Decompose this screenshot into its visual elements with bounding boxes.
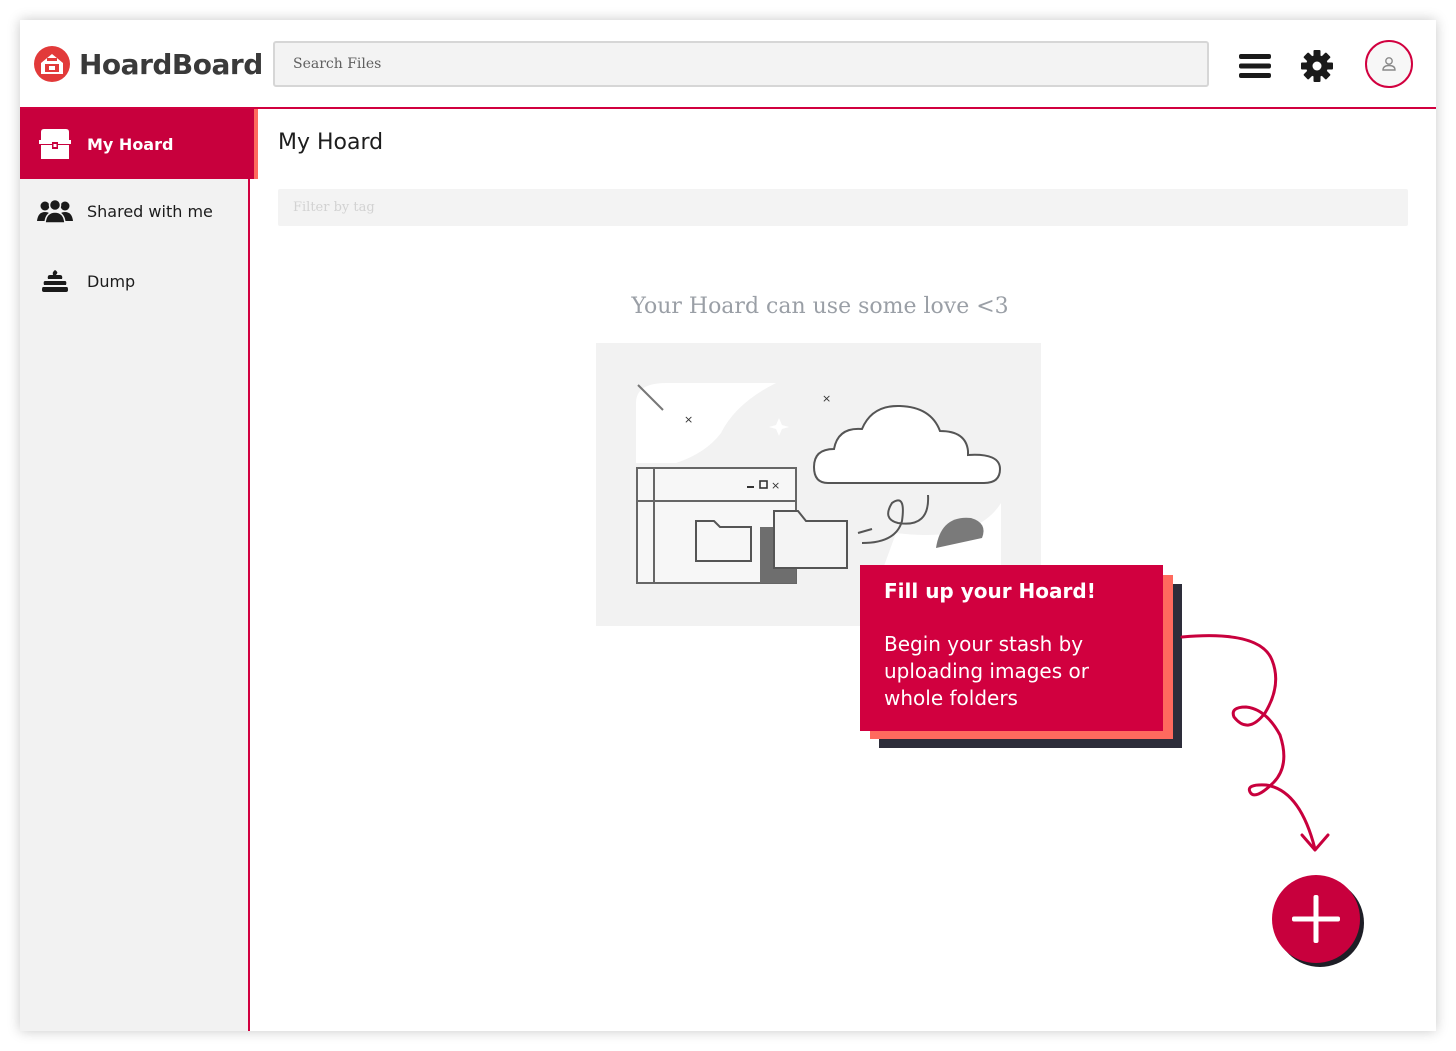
sidebar-item-dump[interactable]: Dump	[20, 246, 258, 316]
page-title: My Hoard	[278, 130, 384, 155]
gear-icon	[1301, 50, 1333, 82]
hamburger-menu-icon	[1239, 54, 1271, 78]
empty-state-message: Your Hoard can use some love <3	[631, 294, 1009, 319]
sidebar-item-label: My Hoard	[87, 134, 174, 154]
svg-text:×: ×	[684, 413, 693, 426]
group-users-icon	[37, 196, 73, 226]
add-files-button[interactable]	[1272, 875, 1360, 963]
sidebar-item-label: Dump	[87, 271, 136, 291]
sidebar-item-shared-with-me[interactable]: Shared with me	[20, 176, 258, 246]
sidebar: My Hoard Shared with me Dump	[20, 109, 258, 1031]
app-window: HoardBoard Search Files My Hoard Shared …	[20, 20, 1436, 1031]
treasure-chest-icon	[37, 129, 73, 159]
callout-title: Fill up your Hoard!	[884, 579, 1096, 603]
onboarding-callout: Fill up your Hoard! Begin your stash by …	[860, 565, 1163, 731]
pile-icon	[37, 266, 73, 296]
sidebar-item-label: Shared with me	[87, 201, 213, 221]
app-name: HoardBoard	[79, 47, 263, 81]
sidebar-item-my-hoard[interactable]: My Hoard	[20, 109, 258, 179]
app-logo[interactable]: HoardBoard	[34, 46, 263, 82]
settings-button[interactable]	[1297, 46, 1337, 86]
hoardboard-logo-icon	[34, 46, 70, 82]
plus-icon	[1292, 895, 1340, 943]
top-header: HoardBoard	[20, 20, 1436, 109]
callout-body: Begin your stash by uploading images or …	[884, 632, 1089, 710]
svg-text:×: ×	[822, 392, 831, 405]
menu-button[interactable]	[1235, 46, 1275, 86]
search-input[interactable]	[273, 41, 1209, 87]
svg-text:×: ×	[771, 479, 780, 492]
user-avatar[interactable]	[1365, 40, 1413, 88]
user-avatar-icon	[1382, 57, 1396, 71]
curly-arrow-icon	[1180, 634, 1330, 852]
tag-filter-input[interactable]	[278, 189, 1408, 226]
